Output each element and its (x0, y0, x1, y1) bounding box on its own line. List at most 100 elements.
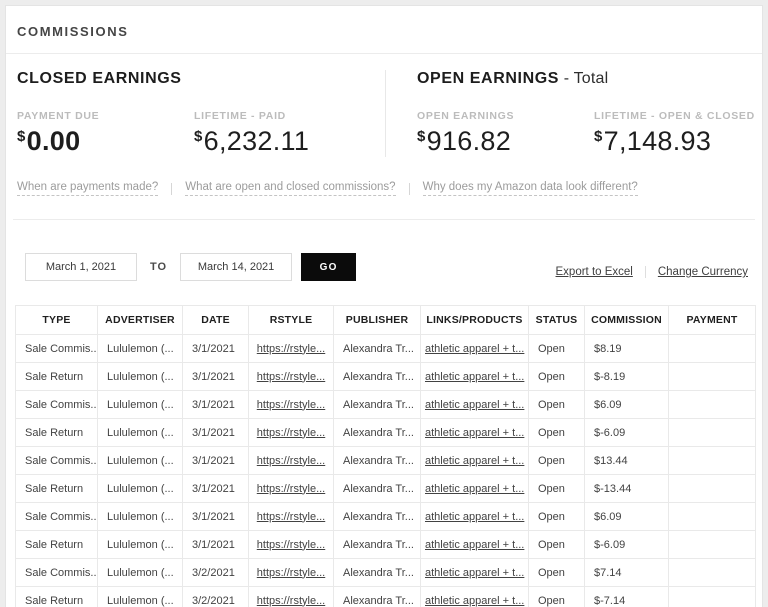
links-products-link[interactable]: athletic apparel + t... (425, 427, 524, 439)
links-products-link[interactable]: athletic apparel + t... (425, 399, 524, 411)
table-row[interactable]: Sale Return Lululemon (... 3/1/2021 http… (15, 474, 756, 503)
cell-rstyle: https://rstyle... (248, 446, 334, 475)
lifetime-open-closed-stat: LIFETIME - OPEN & CLOSED $7,148.93 (594, 110, 762, 157)
links-products-link[interactable]: athletic apparel + t... (425, 455, 524, 467)
cell-type: Sale Commis... (15, 334, 98, 363)
table-row[interactable]: Sale Commis... Lululemon (... 3/1/2021 h… (15, 334, 756, 363)
links-products-link[interactable]: athletic apparel + t... (425, 483, 524, 495)
cell-payment (668, 502, 756, 531)
cell-publisher: Alexandra Tr... (333, 530, 421, 559)
rstyle-link[interactable]: https://rstyle... (257, 427, 325, 439)
table-row[interactable]: Sale Return Lululemon (... 3/2/2021 http… (15, 586, 756, 607)
cell-type: Sale Commis... (15, 446, 98, 475)
help-link-amazon[interactable]: Why does my Amazon data look different? (422, 181, 638, 196)
cell-rstyle: https://rstyle... (248, 502, 334, 531)
links-products-link[interactable]: athletic apparel + t... (425, 595, 524, 607)
cell-date: 3/1/2021 (182, 530, 249, 559)
cell-rstyle: https://rstyle... (248, 530, 334, 559)
cell-commission: $8.19 (584, 334, 669, 363)
lifetime-paid-stat: LIFETIME - PAID $6,232.11 (194, 110, 371, 157)
rstyle-link[interactable]: https://rstyle... (257, 539, 325, 551)
table-row[interactable]: Sale Return Lululemon (... 3/1/2021 http… (15, 418, 756, 447)
cell-rstyle: https://rstyle... (248, 586, 334, 607)
go-button[interactable]: GO (301, 253, 357, 281)
help-link-payments[interactable]: When are payments made? (17, 181, 159, 196)
cell-type: Sale Return (15, 418, 98, 447)
cell-status: Open (528, 586, 585, 607)
cell-status: Open (528, 446, 585, 475)
cell-links-products: athletic apparel + t... (420, 446, 529, 475)
table-row[interactable]: Sale Commis... Lululemon (... 3/1/2021 h… (15, 502, 756, 531)
cell-links-products: athletic apparel + t... (420, 390, 529, 419)
cell-links-products: athletic apparel + t... (420, 502, 529, 531)
table-row[interactable]: Sale Return Lululemon (... 3/1/2021 http… (15, 362, 756, 391)
currency-symbol: $ (194, 128, 203, 145)
cell-date: 3/2/2021 (182, 558, 249, 587)
table-row[interactable]: Sale Commis... Lululemon (... 3/1/2021 h… (15, 446, 756, 475)
cell-status: Open (528, 558, 585, 587)
rstyle-link[interactable]: https://rstyle... (257, 371, 325, 383)
cell-payment (668, 530, 756, 559)
cell-publisher: Alexandra Tr... (333, 558, 421, 587)
rstyle-link[interactable]: https://rstyle... (257, 399, 325, 411)
cell-publisher: Alexandra Tr... (333, 446, 421, 475)
links-products-link[interactable]: athletic apparel + t... (425, 511, 524, 523)
cell-rstyle: https://rstyle... (248, 474, 334, 503)
cell-type: Sale Return (15, 474, 98, 503)
cell-status: Open (528, 418, 585, 447)
cell-date: 3/2/2021 (182, 586, 249, 607)
rstyle-link[interactable]: https://rstyle... (257, 483, 325, 495)
column-header: PUBLISHER (333, 305, 421, 335)
column-header: ADVERTISER (97, 305, 183, 335)
column-header: RSTYLE (248, 305, 334, 335)
column-header: LINKS/PRODUCTS (420, 305, 529, 335)
page-header: COMMISSIONS (6, 6, 762, 54)
cell-publisher: Alexandra Tr... (333, 474, 421, 503)
cell-advertiser: Lululemon (... (97, 530, 183, 559)
cell-type: Sale Commis... (15, 558, 98, 587)
separator (171, 182, 173, 195)
currency-symbol: $ (594, 128, 603, 145)
rstyle-link[interactable]: https://rstyle... (257, 343, 325, 355)
cell-payment (668, 474, 756, 503)
change-currency-link[interactable]: Change Currency (658, 266, 748, 278)
table-header-row: TYPE ADVERTISER DATE RSTYLE PUBLISHER LINKS/P… (15, 305, 756, 335)
end-date-input[interactable] (180, 253, 293, 281)
cell-publisher: Alexandra Tr... (333, 418, 421, 447)
closed-earnings-title: CLOSED EARNINGS (17, 70, 182, 87)
links-products-link[interactable]: athletic apparel + t... (425, 343, 524, 355)
open-earnings-stat: OPEN EARNINGS $916.82 (417, 110, 594, 157)
export-to-excel-link[interactable]: Export to Excel (556, 266, 633, 278)
cell-advertiser: Lululemon (... (97, 558, 183, 587)
table-row[interactable]: Sale Commis... Lululemon (... 3/2/2021 h… (15, 558, 756, 587)
cell-type: Sale Return (15, 530, 98, 559)
start-date-input[interactable] (25, 253, 137, 281)
rstyle-link[interactable]: https://rstyle... (257, 455, 325, 467)
open-earnings-value: $916.82 (417, 126, 512, 156)
rstyle-link[interactable]: https://rstyle... (257, 567, 325, 579)
cell-status: Open (528, 530, 585, 559)
table-row[interactable]: Sale Commis... Lululemon (... 3/1/2021 h… (15, 390, 756, 419)
links-products-link[interactable]: athletic apparel + t... (425, 371, 524, 383)
links-products-link[interactable]: athletic apparel + t... (425, 539, 524, 551)
separator (408, 182, 410, 195)
cell-commission: $13.44 (584, 446, 669, 475)
cell-commission: $7.14 (584, 558, 669, 587)
table-body: Sale Commis... Lululemon (... 3/1/2021 h… (15, 334, 756, 607)
column-header: COMMISSION (584, 305, 669, 335)
to-label: TO (150, 261, 168, 273)
help-link-open-closed[interactable]: What are open and closed commissions? (185, 181, 396, 196)
rstyle-link[interactable]: https://rstyle... (257, 595, 325, 607)
cell-type: Sale Return (15, 586, 98, 607)
cell-date: 3/1/2021 (182, 418, 249, 447)
cell-type: Sale Return (15, 362, 98, 391)
table-row[interactable]: Sale Return Lululemon (... 3/1/2021 http… (15, 530, 756, 559)
lifetime-open-closed-label: LIFETIME - OPEN & CLOSED (594, 110, 755, 122)
cell-advertiser: Lululemon (... (97, 586, 183, 607)
filter-bar: TO GO Export to Excel Change Currency (13, 219, 755, 293)
rstyle-link[interactable]: https://rstyle... (257, 511, 325, 523)
cell-commission: $6.09 (584, 502, 669, 531)
cell-status: Open (528, 334, 585, 363)
links-products-link[interactable]: athletic apparel + t... (425, 567, 524, 579)
cell-advertiser: Lululemon (... (97, 418, 183, 447)
